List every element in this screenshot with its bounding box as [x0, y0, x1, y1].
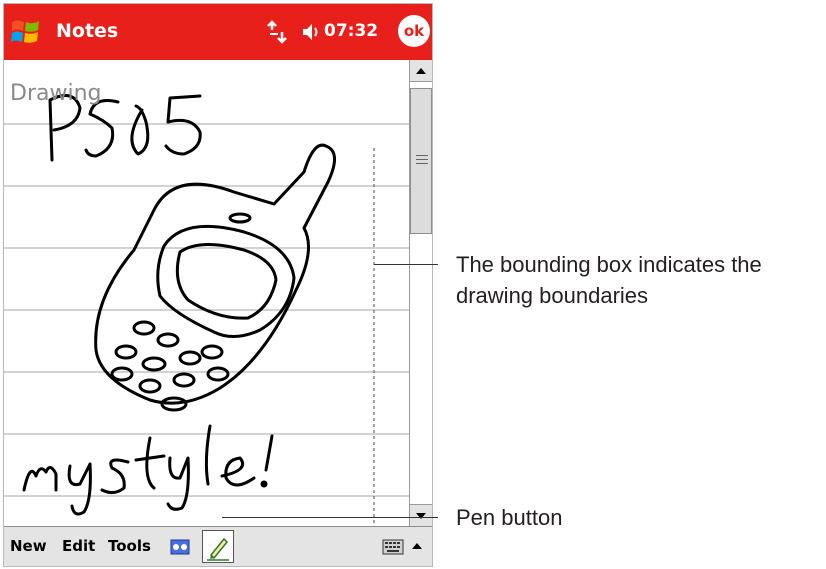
- arrow-down-icon: [416, 513, 426, 519]
- pen-icon: [207, 537, 229, 561]
- grip-line: [416, 159, 428, 160]
- command-bar: New Edit Tools: [4, 526, 432, 566]
- menu-tools[interactable]: Tools: [108, 536, 151, 556]
- grip-line: [416, 163, 428, 164]
- bounding-box-callout-line2: drawing boundaries: [456, 283, 649, 308]
- clock[interactable]: 07:32: [324, 19, 378, 43]
- scroll-down-button[interactable]: [410, 504, 432, 526]
- pen-button[interactable]: [202, 530, 234, 563]
- handwriting-my-style: [22, 424, 274, 516]
- bounding-box-leader-line: [374, 264, 438, 265]
- speaker-icon[interactable]: [300, 21, 322, 43]
- connectivity-icon[interactable]: [266, 18, 290, 46]
- arrow-up-icon: [416, 68, 426, 74]
- ok-button[interactable]: ok: [398, 15, 430, 47]
- scroll-thumb[interactable]: [410, 88, 432, 234]
- pen-button-leader-line: [222, 517, 438, 518]
- bounding-box-callout-line1: The bounding box indicates the: [456, 252, 762, 277]
- menu-new[interactable]: New: [10, 536, 47, 556]
- vertical-scrollbar[interactable]: [409, 60, 432, 526]
- note-canvas[interactable]: Drawing: [4, 60, 409, 526]
- note-section-label: Drawing: [10, 81, 102, 106]
- pen-button-callout: Pen button: [456, 505, 563, 530]
- app-title: Notes: [56, 20, 119, 42]
- grip-line: [416, 155, 428, 156]
- scroll-up-button[interactable]: [410, 60, 432, 82]
- phone-sketch: [94, 143, 336, 412]
- windows-flag-icon[interactable]: [10, 16, 42, 48]
- keyboard-icon[interactable]: [382, 539, 404, 555]
- recorder-icon[interactable]: [170, 539, 190, 555]
- note-drawing: [4, 94, 409, 526]
- ok-label: ok: [403, 22, 425, 40]
- menu-edit[interactable]: Edit: [62, 536, 95, 556]
- input-panel-arrow-icon[interactable]: [412, 543, 422, 549]
- title-bar: Notes 07:32 ok: [4, 4, 432, 60]
- pocket-pc-screen: Notes 07:32 ok Drawing New Edit Tools: [3, 3, 433, 567]
